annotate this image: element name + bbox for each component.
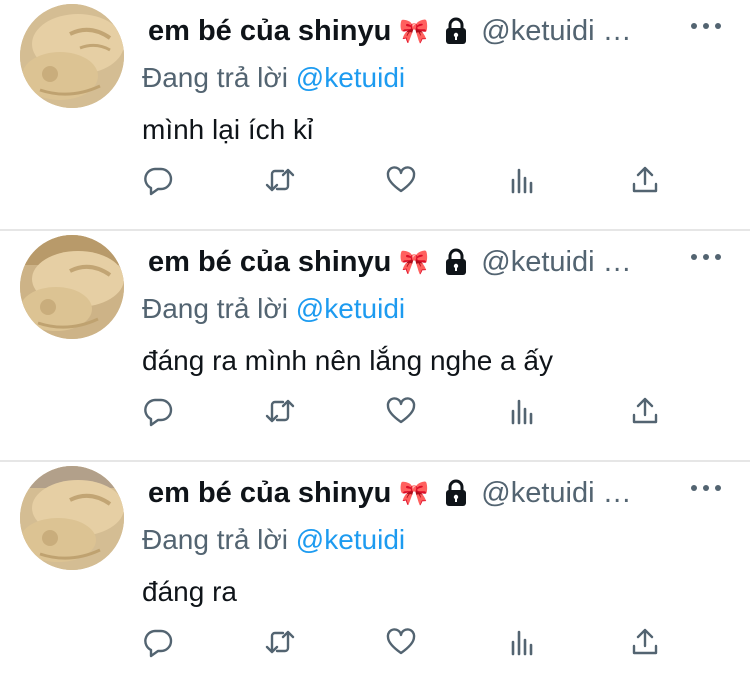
more-icon[interactable] bbox=[686, 478, 726, 498]
reply-button[interactable] bbox=[136, 160, 180, 200]
share-icon bbox=[632, 628, 658, 655]
retweet-icon bbox=[265, 168, 295, 192]
retweet-icon bbox=[265, 399, 295, 423]
timeline: em bé của shinyu 🎀 @ketuidi … Đang trả l… bbox=[0, 0, 750, 693]
views-icon bbox=[511, 168, 533, 194]
bow-emoji: 🎀 bbox=[399, 479, 430, 507]
tweet[interactable]: em bé của shinyu 🎀 @ketuidi … Đang trả l… bbox=[0, 462, 750, 693]
mention-link[interactable]: @ketuidi bbox=[296, 62, 405, 93]
reply-icon bbox=[144, 398, 173, 427]
lock-icon bbox=[441, 478, 471, 508]
tweet-header: em bé của shinyu 🎀 @ketuidi … bbox=[142, 237, 736, 287]
replying-prefix: Đang trả lời bbox=[142, 524, 288, 555]
user-handle[interactable]: @ketuidi … bbox=[481, 15, 631, 48]
mention-link[interactable]: @ketuidi bbox=[296, 524, 405, 555]
views-button[interactable] bbox=[501, 622, 545, 662]
display-name[interactable]: em bé của shinyu bbox=[148, 15, 391, 48]
bow-emoji: 🎀 bbox=[399, 17, 430, 45]
retweet-button[interactable] bbox=[258, 391, 302, 431]
tweet-actions bbox=[136, 160, 736, 200]
views-icon bbox=[511, 399, 533, 425]
retweet-button[interactable] bbox=[258, 622, 302, 662]
tweet-actions bbox=[136, 391, 736, 431]
like-icon bbox=[386, 397, 416, 424]
share-button[interactable] bbox=[623, 622, 667, 662]
lock-icon bbox=[441, 16, 471, 46]
user-handle[interactable]: @ketuidi … bbox=[481, 246, 631, 279]
share-button[interactable] bbox=[623, 160, 667, 200]
tweet-text: mình lại ích kỉ bbox=[142, 114, 314, 145]
tweet-header: em bé của shinyu 🎀 @ketuidi … bbox=[142, 468, 736, 518]
display-name[interactable]: em bé của shinyu bbox=[148, 477, 391, 510]
reply-icon bbox=[144, 167, 173, 196]
like-icon bbox=[386, 628, 416, 655]
reply-icon bbox=[144, 629, 173, 658]
replying-to: Đang trả lời @ketuidi bbox=[142, 289, 736, 329]
more-icon[interactable] bbox=[686, 16, 726, 36]
like-icon bbox=[386, 166, 416, 193]
reply-button[interactable] bbox=[136, 391, 180, 431]
replying-prefix: Đang trả lời bbox=[142, 62, 288, 93]
user-handle[interactable]: @ketuidi … bbox=[481, 477, 631, 510]
like-button[interactable] bbox=[379, 622, 423, 662]
bow-emoji: 🎀 bbox=[399, 248, 430, 276]
like-button[interactable] bbox=[379, 160, 423, 200]
avatar[interactable] bbox=[20, 235, 124, 339]
like-button[interactable] bbox=[379, 391, 423, 431]
tweet-text: đáng ra bbox=[142, 576, 237, 607]
replying-to: Đang trả lời @ketuidi bbox=[142, 58, 736, 98]
avatar[interactable] bbox=[20, 466, 124, 570]
more-icon[interactable] bbox=[686, 247, 726, 267]
share-icon bbox=[632, 166, 658, 193]
views-icon bbox=[511, 630, 533, 656]
replying-prefix: Đang trả lời bbox=[142, 293, 288, 324]
share-button[interactable] bbox=[623, 391, 667, 431]
tweet[interactable]: em bé của shinyu 🎀 @ketuidi … Đang trả l… bbox=[0, 0, 750, 231]
lock-icon bbox=[441, 247, 471, 277]
avatar[interactable] bbox=[20, 4, 124, 108]
share-icon bbox=[632, 397, 658, 424]
views-button[interactable] bbox=[501, 160, 545, 200]
tweet-header: em bé của shinyu 🎀 @ketuidi … bbox=[142, 6, 736, 56]
retweet-icon bbox=[265, 630, 295, 654]
retweet-button[interactable] bbox=[258, 160, 302, 200]
mention-link[interactable]: @ketuidi bbox=[296, 293, 405, 324]
tweet[interactable]: em bé của shinyu 🎀 @ketuidi … Đang trả l… bbox=[0, 231, 750, 462]
replying-to: Đang trả lời @ketuidi bbox=[142, 520, 736, 560]
display-name[interactable]: em bé của shinyu bbox=[148, 246, 391, 279]
tweet-actions bbox=[136, 622, 736, 662]
tweet-text: đáng ra mình nên lắng nghe a ấy bbox=[142, 345, 553, 376]
reply-button[interactable] bbox=[136, 622, 180, 662]
views-button[interactable] bbox=[501, 391, 545, 431]
